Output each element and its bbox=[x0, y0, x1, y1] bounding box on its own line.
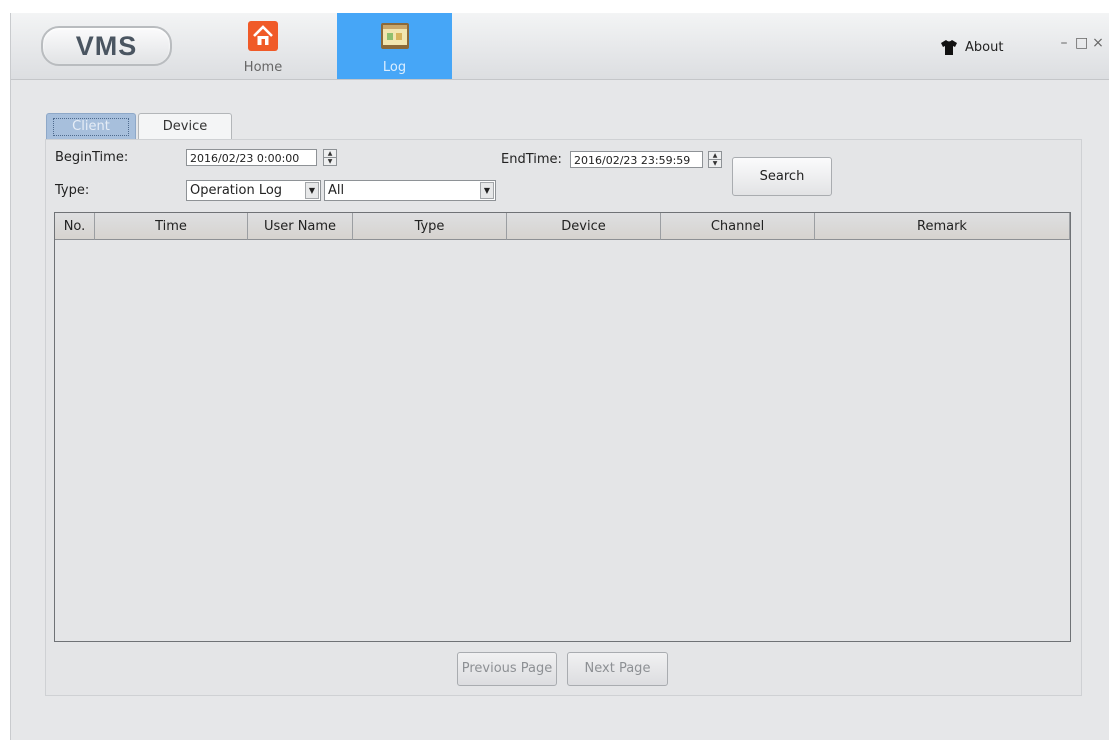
spin-down-icon[interactable]: ▼ bbox=[709, 160, 721, 167]
nav-log-button[interactable]: Log bbox=[337, 13, 452, 79]
window-controls: – □ × bbox=[1058, 35, 1104, 51]
subtype-value: All bbox=[328, 183, 345, 198]
begin-time-spinner[interactable]: ▲ ▼ bbox=[323, 149, 337, 166]
spin-up-icon[interactable]: ▲ bbox=[709, 152, 721, 160]
column-header-type[interactable]: Type bbox=[353, 213, 507, 240]
begin-time-label: BeginTime: bbox=[55, 150, 129, 165]
begin-time-field[interactable]: 2016/02/23 0:00:00 bbox=[186, 149, 317, 166]
end-time-label: EndTime: bbox=[501, 152, 562, 167]
tab-device[interactable]: Device bbox=[138, 113, 232, 140]
shirt-icon bbox=[941, 39, 957, 55]
end-time-field[interactable]: 2016/02/23 23:59:59 bbox=[570, 151, 703, 168]
maximize-icon[interactable]: □ bbox=[1075, 35, 1088, 51]
column-header-user-name[interactable]: User Name bbox=[248, 213, 353, 240]
nav-home-button[interactable]: Home bbox=[221, 13, 305, 79]
log-type-select[interactable]: Operation Log ▼ bbox=[186, 180, 321, 201]
log-table: No. Time User Name Type Device Channel R… bbox=[54, 212, 1071, 642]
log-panel: BeginTime: 2016/02/23 0:00:00 ▲ ▼ EndTim… bbox=[45, 139, 1082, 696]
tab-client-label: Client bbox=[53, 118, 129, 136]
column-header-device[interactable]: Device bbox=[507, 213, 661, 240]
search-button[interactable]: Search bbox=[732, 157, 832, 196]
minimize-icon[interactable]: – bbox=[1058, 35, 1070, 51]
about-button[interactable]: About bbox=[941, 37, 1003, 57]
about-label: About bbox=[965, 39, 1004, 55]
home-icon bbox=[248, 21, 278, 51]
previous-page-button[interactable]: Previous Page bbox=[457, 652, 557, 686]
next-page-button[interactable]: Next Page bbox=[567, 652, 668, 686]
chevron-down-icon[interactable]: ▼ bbox=[480, 182, 494, 199]
end-time-spinner[interactable]: ▲ ▼ bbox=[708, 151, 722, 168]
subtype-select[interactable]: All ▼ bbox=[324, 180, 496, 201]
column-header-remark[interactable]: Remark bbox=[815, 213, 1070, 240]
chevron-down-icon[interactable]: ▼ bbox=[305, 182, 319, 199]
log-type-value: Operation Log bbox=[190, 183, 283, 198]
log-icon bbox=[380, 23, 409, 49]
table-header: No. Time User Name Type Device Channel R… bbox=[55, 213, 1070, 241]
nav-log-label: Log bbox=[382, 60, 407, 75]
app-window: VMS Home Log About – □ × Client Device B… bbox=[10, 13, 1109, 740]
title-bar: VMS Home Log About – □ × bbox=[11, 13, 1109, 80]
column-header-time[interactable]: Time bbox=[95, 213, 248, 240]
tab-client[interactable]: Client bbox=[46, 113, 136, 140]
spin-up-icon[interactable]: ▲ bbox=[324, 150, 336, 158]
type-label: Type: bbox=[55, 183, 90, 198]
column-header-channel[interactable]: Channel bbox=[661, 213, 815, 240]
vms-logo: VMS bbox=[41, 26, 172, 66]
nav-home-label: Home bbox=[243, 60, 283, 75]
column-header-no[interactable]: No. bbox=[55, 213, 95, 240]
close-icon[interactable]: × bbox=[1092, 35, 1104, 51]
spin-down-icon[interactable]: ▼ bbox=[324, 158, 336, 165]
